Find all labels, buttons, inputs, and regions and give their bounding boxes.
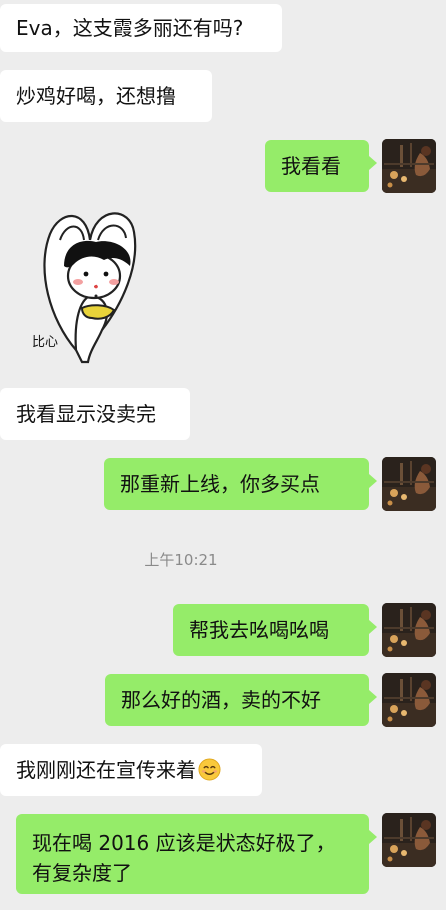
avatar-photo-icon <box>382 673 436 727</box>
avatar-photo-icon <box>382 139 436 193</box>
message-timestamp: 上午10:21 <box>144 551 218 569</box>
avatar[interactable] <box>382 603 436 657</box>
message-bubble-outgoing[interactable]: 现在喝 2016 应该是状态好极了， 有复杂度了 <box>16 814 377 894</box>
message-bubble-incoming[interactable]: 我刚刚还在宣传来着 <box>0 744 262 796</box>
avatar-photo-icon <box>382 457 436 511</box>
avatar-photo-icon <box>382 813 436 867</box>
message-bubble-outgoing[interactable]: 那重新上线，你多买点 <box>104 458 377 510</box>
message-text: 我看看 <box>281 154 341 178</box>
message-text: 那么好的酒，卖的不好 <box>121 688 321 712</box>
message-bubble-outgoing[interactable]: 那么好的酒，卖的不好 <box>105 674 377 726</box>
message-bubble-incoming[interactable]: 炒鸡好喝，还想撸 <box>0 70 212 122</box>
message-text: Eva，这支霞多丽还有吗? <box>16 16 244 40</box>
smiling-face-icon <box>198 758 221 781</box>
message-bubble-outgoing[interactable]: 帮我去吆喝吆喝 <box>173 604 377 656</box>
message-text: 那重新上线，你多买点 <box>120 472 320 496</box>
avatar[interactable] <box>382 139 436 193</box>
chat-conversation[interactable]: Eva，这支霞多丽还有吗? 炒鸡好喝，还想撸 我看看 比心 我看显示没卖完 那重… <box>0 0 446 910</box>
message-text: 我刚刚还在宣传来着 <box>16 758 196 782</box>
message-text: 炒鸡好喝，还想撸 <box>16 84 176 108</box>
heart-arms-sticker-icon: 比心 <box>32 212 137 364</box>
message-text: 我看显示没卖完 <box>16 402 156 426</box>
sticker-caption: 比心 <box>32 335 58 350</box>
avatar[interactable] <box>382 813 436 867</box>
message-bubble-outgoing[interactable]: 我看看 <box>265 140 377 192</box>
message-text: 帮我去吆喝吆喝 <box>189 618 329 642</box>
sticker-message[interactable]: 比心 <box>30 200 146 368</box>
avatar[interactable] <box>382 673 436 727</box>
message-bubble-incoming[interactable]: Eva，这支霞多丽还有吗? <box>0 4 282 52</box>
avatar-photo-icon <box>382 603 436 657</box>
message-bubble-incoming[interactable]: 我看显示没卖完 <box>0 388 190 440</box>
avatar[interactable] <box>382 457 436 511</box>
message-text-line: 现在喝 2016 应该是状态好极了， <box>32 831 336 855</box>
message-text-line: 有复杂度了 <box>32 861 132 885</box>
